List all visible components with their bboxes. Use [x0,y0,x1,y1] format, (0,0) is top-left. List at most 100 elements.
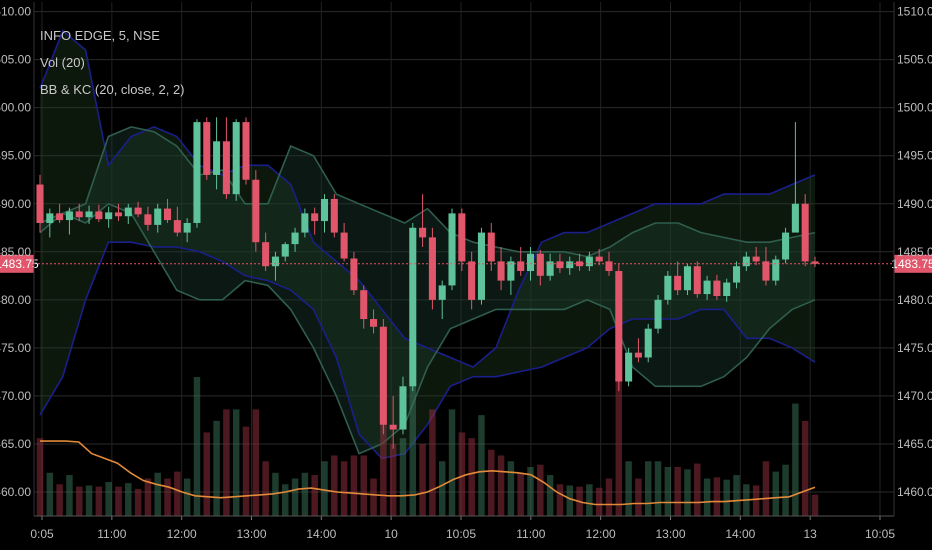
candle-body [134,207,142,215]
candle-body [262,242,270,267]
volume-bar [183,478,191,516]
candle-body [75,211,83,218]
x-tick-label: 12:00 [167,527,197,541]
candle-body [213,141,221,175]
volume-bar [546,475,554,516]
volume-bar [566,485,573,516]
x-tick-label: 12:00 [586,527,616,541]
candle-body [634,352,642,358]
volume-bar [635,478,642,516]
x-tick-label: 10:05 [446,527,476,541]
x-tick-label: 0:05 [30,527,54,541]
legend-indicator[interactable]: BB & KC (20, close, 2, 2) [40,76,185,103]
volume-bar [792,403,799,516]
volume-bar [223,409,230,516]
volume-bar [134,488,142,516]
volume-bar [448,409,456,516]
candle-body [595,256,603,262]
candle-body [370,319,378,327]
candle-body [556,261,564,269]
candle-body [291,232,299,245]
candle-body [203,122,211,175]
candle[interactable] [644,323,652,363]
volume-bar [36,438,44,516]
x-tick-label: 13 [803,527,817,541]
y-tick-label-right: 1475.00 [897,341,932,355]
volume-bar [488,449,495,516]
volume-bar [350,455,358,516]
candle-body [252,179,260,243]
volume-bar [458,432,466,516]
candle[interactable] [664,271,672,305]
candle-body [713,280,721,296]
candle-body [605,261,613,272]
candle-body [330,198,338,233]
volume-bar [762,461,770,516]
candle-body [723,282,731,296]
candle-body [428,237,436,300]
volume-bar [95,486,103,516]
candle[interactable] [615,263,623,392]
candle[interactable] [477,227,485,305]
candle[interactable] [782,227,790,264]
volume-bar [517,472,524,516]
volume-bar [85,485,93,516]
candle[interactable] [232,119,240,201]
candle-body [389,424,397,430]
y-tick-label-right: 1505.00 [897,53,932,67]
volume-bar [429,409,436,516]
volume-bar [291,478,299,516]
candle[interactable] [801,194,809,267]
legend-symbol[interactable]: INFO EDGE, 5, NSE [40,22,185,49]
candle-body [693,266,701,295]
candle-body [644,328,652,358]
candle-body [674,275,682,291]
y-tick-label-right: 1485.00 [897,245,932,259]
volume-bar [164,478,171,516]
candle[interactable] [242,117,250,185]
legend: INFO EDGE, 5, NSE Vol (20) BB & KC (20, … [40,22,185,103]
volume-bar [213,420,220,516]
volume-bar [684,469,691,516]
candle-body [448,213,456,286]
candle[interactable] [448,208,456,291]
y-tick-label-right: 1470.00 [897,389,932,403]
candle[interactable] [428,227,436,310]
candle[interactable] [625,347,633,387]
volume-bar [419,443,426,516]
candle[interactable] [252,170,260,252]
y-tick-label-right: 1465.00 [897,437,932,451]
candle[interactable] [222,117,230,199]
candle-body [320,198,329,222]
candle-body [105,212,113,220]
candle-body [232,122,240,195]
candle-body [193,122,201,223]
volume-bar [811,494,819,516]
volume-bar [242,426,250,516]
volume-bar [370,478,377,516]
candle[interactable] [203,117,211,180]
volume-bar [556,484,564,516]
candle[interactable] [409,222,417,392]
chart-root[interactable]: 1483.75 1483.75 1510.00 1510.00 1505.00 1505… [0,0,932,550]
x-tick-label: 13:00 [655,527,685,541]
candle-body [360,290,368,320]
candle[interactable] [791,122,799,233]
volume-bar [438,461,446,516]
candle-body [438,285,446,300]
volume-bar [115,486,122,516]
candle[interactable] [379,319,387,435]
volume-bar [537,464,544,516]
candle-body [791,203,799,233]
candle[interactable] [693,261,701,298]
candle[interactable] [654,295,662,334]
volume-bar [321,461,328,516]
y-tick-label-right: 1480.00 [897,293,932,307]
volume-bar [664,467,672,516]
candle[interactable] [330,194,338,238]
legend-volume[interactable]: Vol (20) [40,49,185,76]
x-tick-label: 10:05 [865,527,895,541]
candle[interactable] [193,119,201,228]
volume-bar [56,484,63,516]
candle-body [340,232,348,259]
